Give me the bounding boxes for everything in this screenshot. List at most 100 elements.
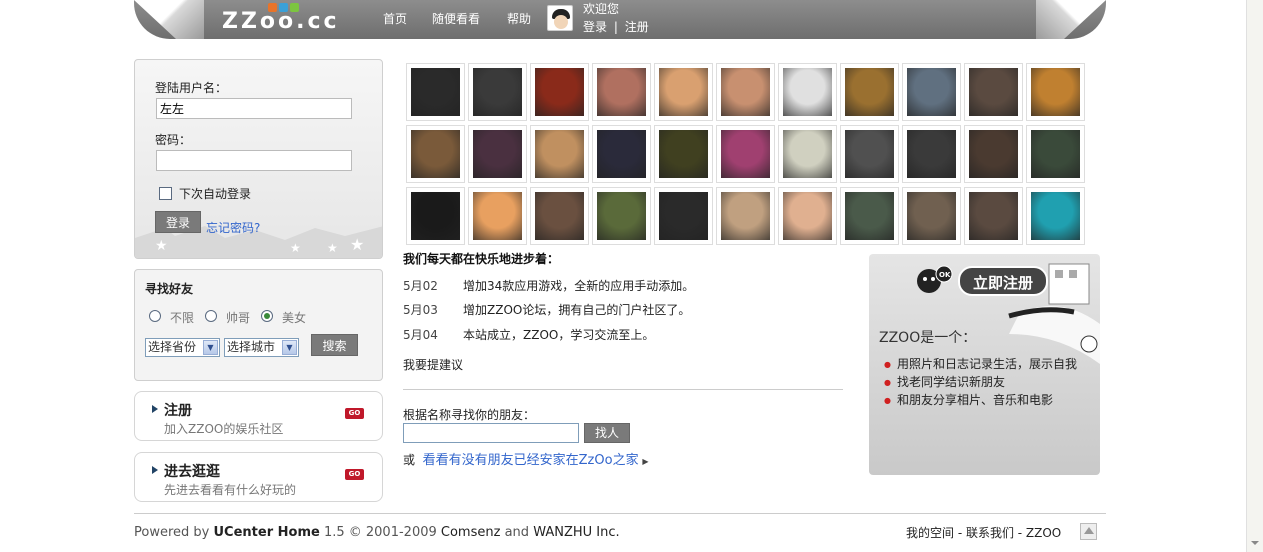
city-select[interactable]: 选择城市 ▼: [224, 338, 299, 357]
member-photo-image: [535, 130, 584, 178]
member-photo[interactable]: [406, 125, 465, 183]
member-photo[interactable]: [902, 125, 961, 183]
member-photo[interactable]: [778, 63, 837, 121]
svg-text:★: ★: [290, 241, 301, 255]
member-photo[interactable]: [1026, 187, 1085, 245]
svg-text:★: ★: [327, 241, 338, 255]
member-photo[interactable]: [406, 63, 465, 121]
find-friends-title: 寻找好友: [145, 282, 194, 296]
member-photo-image: [845, 192, 894, 240]
news-text: 增加34款应用游戏，全新的应用手动添加。: [463, 279, 695, 293]
find-by-name-input[interactable]: [403, 423, 579, 443]
scroll-down-button[interactable]: [1247, 535, 1263, 552]
radio-any-label: 不限: [170, 311, 195, 325]
member-photo[interactable]: [840, 125, 899, 183]
member-photo[interactable]: [468, 187, 527, 245]
member-photo-image: [535, 192, 584, 240]
browse-card[interactable]: 进去逛逛 先进去看看有什么好玩的 GO: [134, 452, 383, 502]
footer-product-link[interactable]: UCenter Home: [214, 525, 320, 540]
member-photo-image: [721, 68, 770, 116]
member-photo[interactable]: [468, 125, 527, 183]
member-photo-image: [845, 68, 894, 116]
member-photo[interactable]: [902, 63, 961, 121]
member-photo[interactable]: [592, 187, 651, 245]
member-photo-image: [845, 130, 894, 178]
member-photo-image: [783, 192, 832, 240]
news-date: 5月03: [403, 303, 438, 317]
member-photo[interactable]: [592, 63, 651, 121]
member-photo[interactable]: [530, 125, 589, 183]
member-photo[interactable]: [964, 187, 1023, 245]
browse-card-subtitle: 先进去看看有什么好玩的: [164, 483, 297, 497]
radio-female[interactable]: [261, 310, 273, 322]
browse-residents-link[interactable]: 看看有没有朋友已经安家在ZzOo之家: [423, 453, 639, 468]
forgot-password-link[interactable]: 忘记密码?: [206, 219, 260, 236]
member-photo[interactable]: [592, 125, 651, 183]
vertical-scrollbar[interactable]: [1246, 0, 1263, 552]
member-photo[interactable]: [778, 187, 837, 245]
member-photo[interactable]: [530, 63, 589, 121]
news-text: 本站成立，ZZOO，学习交流至上。: [463, 328, 655, 342]
nav-home[interactable]: 首页: [383, 10, 407, 27]
suggest-link[interactable]: 我要提建议: [403, 356, 463, 373]
member-photo-image: [721, 130, 770, 178]
province-select-value: 选择省份: [148, 340, 197, 354]
header-login-link[interactable]: 登录: [583, 20, 607, 34]
footer-company2[interactable]: WANZHU Inc.: [533, 525, 619, 540]
footer-divider: [134, 513, 1106, 514]
footer-company1[interactable]: Comsenz: [441, 525, 501, 540]
login-panel: ★ ★ ★ ★ 登陆用户名： 密码： 下次自动登录 登录 忘记密码?: [134, 59, 383, 259]
member-photo[interactable]: [468, 63, 527, 121]
member-photo[interactable]: [840, 187, 899, 245]
nav-browse[interactable]: 随便看看: [432, 10, 480, 27]
member-photo-image: [907, 192, 956, 240]
member-photo[interactable]: [654, 63, 713, 121]
member-photo[interactable]: [716, 63, 775, 121]
home-icon[interactable]: [1080, 523, 1097, 540]
remember-checkbox[interactable]: [159, 187, 172, 200]
login-button[interactable]: 登录: [155, 211, 201, 233]
member-photo-image: [659, 192, 708, 240]
member-photo-image: [721, 192, 770, 240]
member-photo[interactable]: [716, 187, 775, 245]
radio-any[interactable]: [149, 310, 161, 322]
nav-help[interactable]: 帮助: [507, 10, 531, 27]
news-item: 5月02 增加34款应用游戏，全新的应用手动添加。: [403, 277, 694, 294]
radio-male-label: 帅哥: [226, 311, 251, 325]
member-photo[interactable]: [654, 125, 713, 183]
footer-powered: Powered by: [134, 525, 210, 540]
member-photo[interactable]: [406, 187, 465, 245]
find-person-button[interactable]: 找人: [584, 423, 630, 443]
promo-heading: ZZOO是一个：: [879, 330, 977, 346]
user-avatar[interactable]: [547, 5, 573, 31]
register-card[interactable]: 注册 加入ZZOO的娱乐社区 GO: [134, 391, 383, 441]
member-photo[interactable]: [654, 187, 713, 245]
footer-version: 1.5 © 2001-2009: [323, 525, 437, 540]
member-photo-image: [1031, 192, 1080, 240]
member-photo[interactable]: [1026, 125, 1085, 183]
ok-mascot-icon: OK: [917, 265, 953, 293]
footer-links[interactable]: 我的空间 - 联系我们 - ZZOO: [906, 524, 1061, 541]
username-input[interactable]: [156, 98, 352, 119]
member-photo[interactable]: [902, 187, 961, 245]
radio-male[interactable]: [205, 310, 217, 322]
province-select[interactable]: 选择省份 ▼: [145, 338, 220, 357]
header-register-link[interactable]: 注册: [625, 20, 649, 34]
site-logo[interactable]: ZZoo.cc: [222, 9, 340, 34]
password-label: 密码：: [155, 133, 192, 147]
member-photo-image: [597, 192, 646, 240]
member-photo[interactable]: [964, 63, 1023, 121]
member-photo[interactable]: [840, 63, 899, 121]
member-photo[interactable]: [964, 125, 1023, 183]
register-now-button[interactable]: 立即注册: [958, 266, 1048, 296]
scroll-up-button[interactable]: [1247, 0, 1263, 17]
member-photo[interactable]: [530, 187, 589, 245]
search-button[interactable]: 搜索: [311, 334, 358, 356]
member-photo[interactable]: [778, 125, 837, 183]
member-photo-image: [411, 68, 460, 116]
member-photo[interactable]: [1026, 63, 1085, 121]
go-badge: GO: [345, 408, 364, 419]
chevron-down-icon: ▼: [282, 340, 297, 355]
password-input[interactable]: [156, 150, 352, 171]
member-photo[interactable]: [716, 125, 775, 183]
